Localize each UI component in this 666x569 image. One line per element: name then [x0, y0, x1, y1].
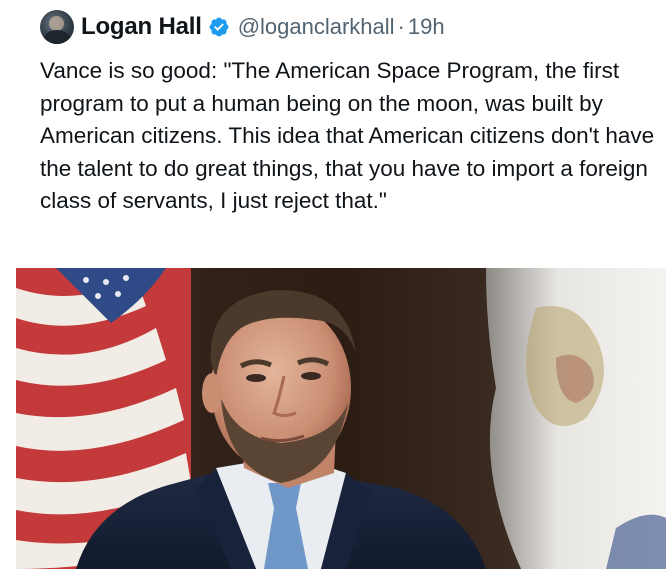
photo-man-in-suit-with-flags: [16, 268, 666, 569]
post-card: Logan Hall @loganclarkhall · 19h Vance i…: [0, 0, 666, 569]
verified-badge-icon: [209, 17, 229, 37]
author-handle[interactable]: @loganclarkhall: [238, 14, 395, 40]
post-timestamp[interactable]: 19h: [408, 14, 445, 40]
author-name[interactable]: Logan Hall: [81, 13, 202, 41]
post-media-image[interactable]: [16, 268, 666, 569]
post-text: Vance is so good: "The American Space Pr…: [40, 58, 655, 213]
white-flag: [486, 268, 666, 569]
separator-dot: ·: [397, 14, 405, 39]
avatar[interactable]: [40, 10, 74, 44]
post-header: Logan Hall @loganclarkhall · 19h: [40, 10, 445, 44]
